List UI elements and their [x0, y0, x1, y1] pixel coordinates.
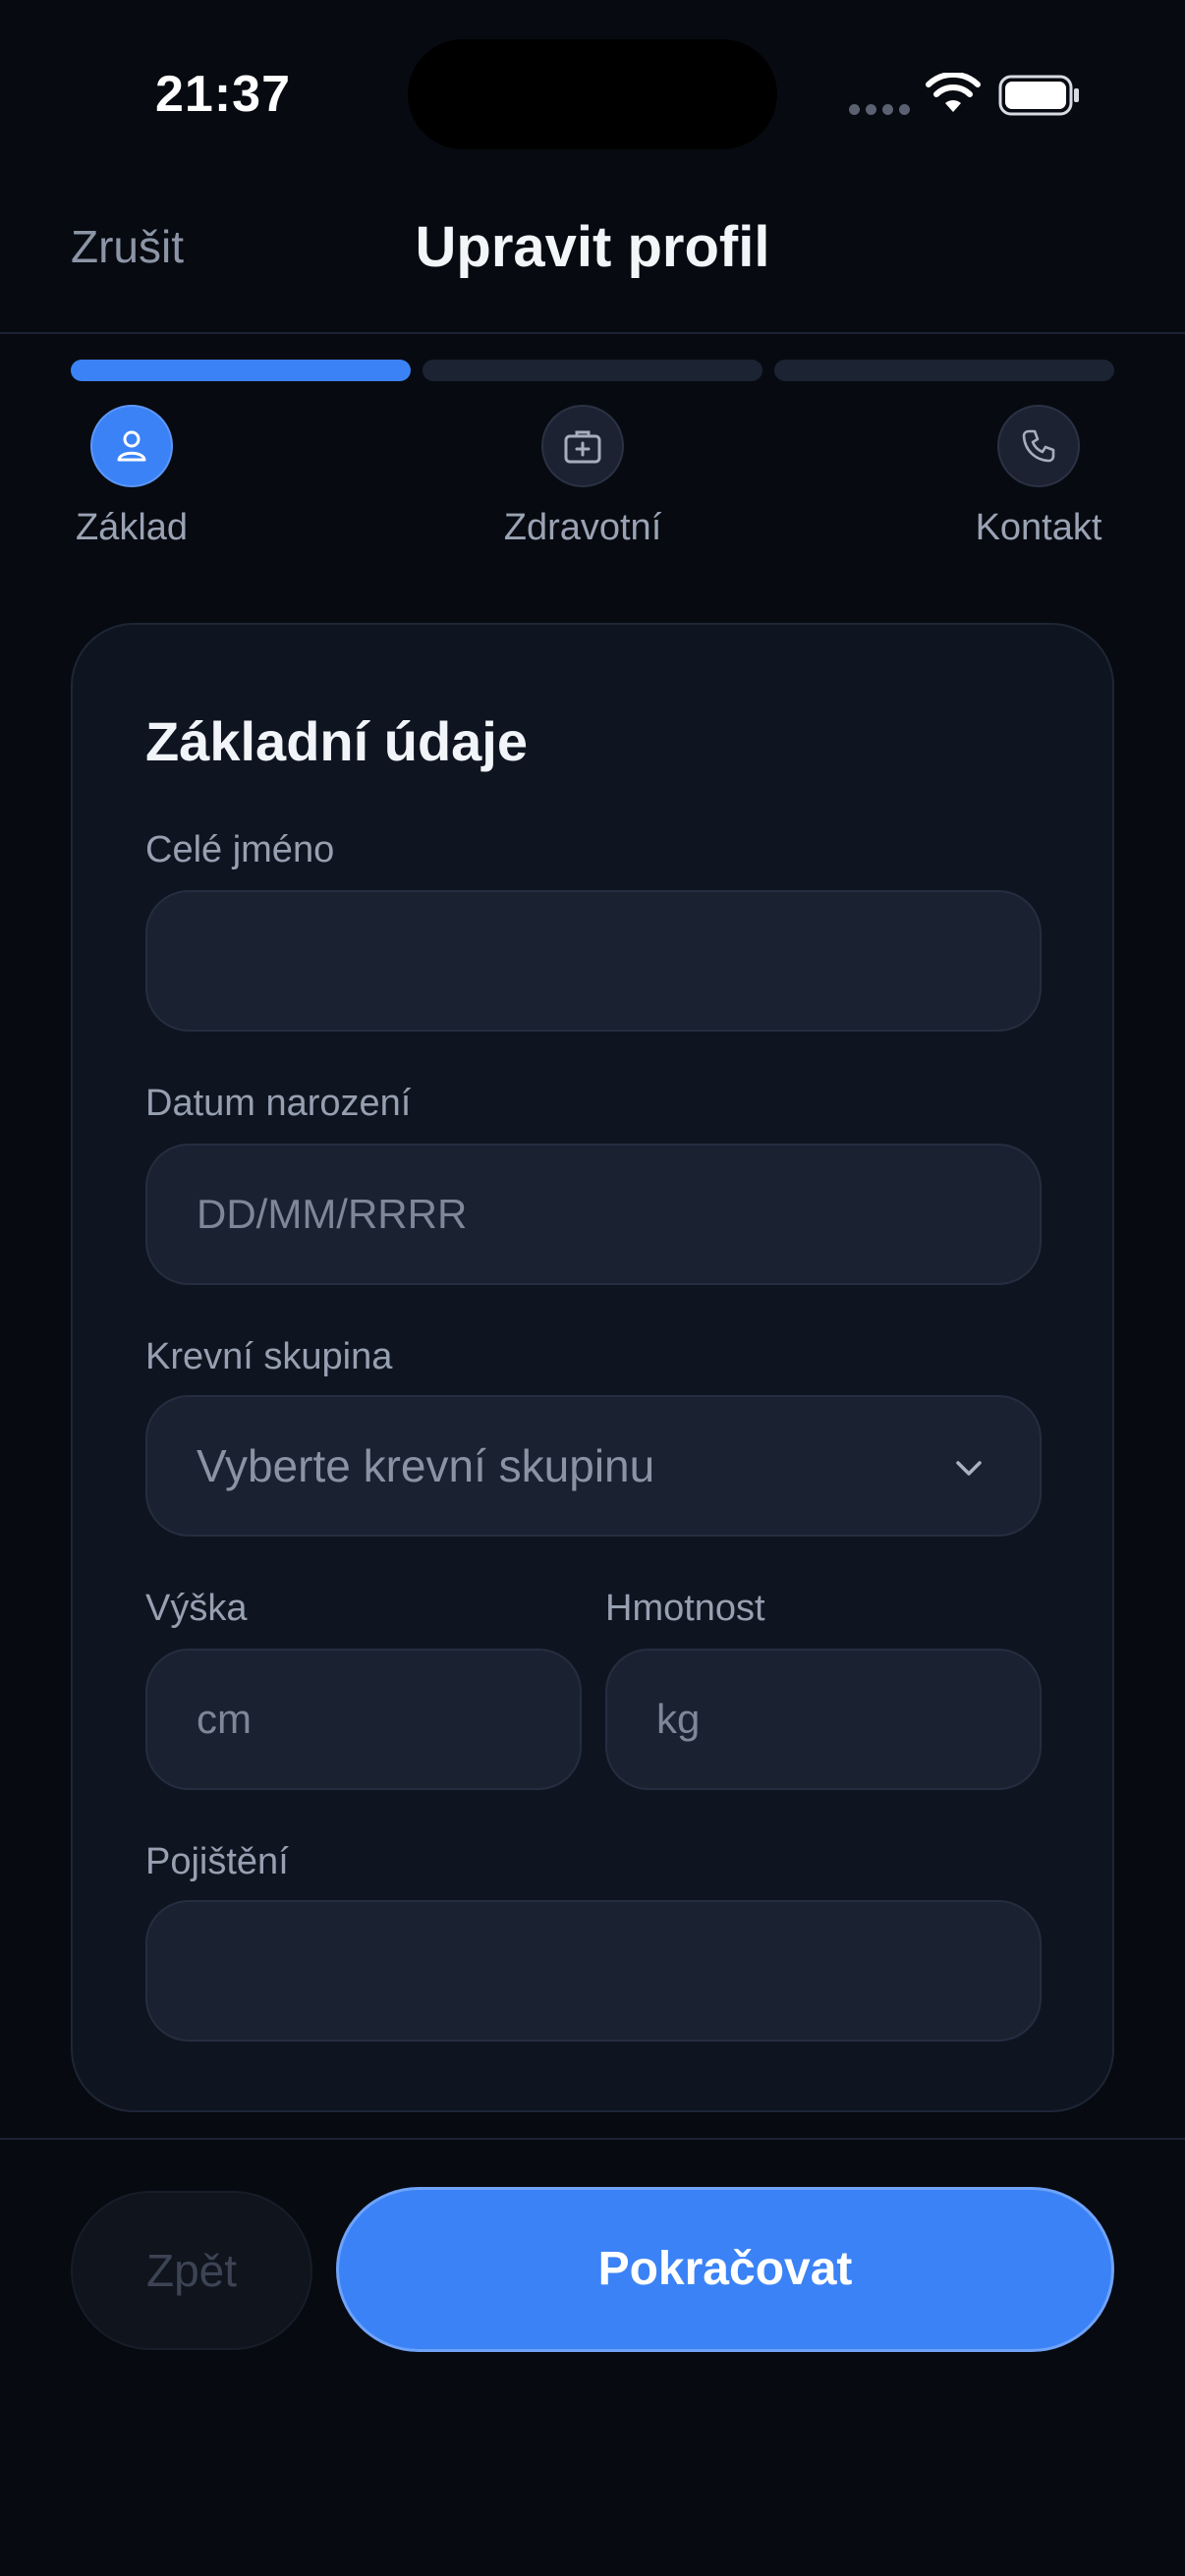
nav-header: Zrušit Upravit profil — [0, 187, 1185, 334]
page-title: Upravit profil — [415, 215, 770, 279]
insurance-label: Pojištění — [145, 1841, 289, 1882]
medical-kit-icon — [541, 405, 624, 487]
phone-icon — [997, 405, 1080, 487]
step-label: Základ — [75, 507, 189, 548]
blood-type-label: Krevní skupina — [145, 1336, 393, 1377]
battery-icon — [998, 75, 1079, 116]
height-label: Výška — [145, 1588, 248, 1629]
dynamic-island — [408, 39, 777, 149]
progress-segment-1 — [71, 360, 411, 381]
step-label: Zdravotní — [503, 507, 662, 548]
blood-type-select[interactable]: Vyberte krevní skupinu — [145, 1395, 1042, 1537]
full-name-input[interactable] — [145, 890, 1042, 1032]
basic-info-card: Základní údaje Celé jméno Datum narození… — [71, 623, 1114, 2112]
weight-input[interactable]: kg — [605, 1649, 1042, 1790]
status-bar: 21:37 — [0, 0, 1185, 167]
height-input[interactable]: cm — [145, 1649, 582, 1790]
step-basic[interactable]: Základ — [71, 405, 193, 549]
step-health[interactable]: Zdravotní — [484, 405, 681, 549]
progress-segment-2 — [423, 360, 762, 381]
birth-date-input[interactable]: DD/MM/RRRR — [145, 1144, 1042, 1285]
full-name-label: Celé jméno — [145, 829, 335, 870]
insurance-input[interactable] — [145, 1900, 1042, 2042]
back-button[interactable]: Zpět — [71, 2191, 312, 2350]
birth-date-label: Datum narození — [145, 1083, 412, 1124]
status-time: 21:37 — [155, 66, 291, 123]
step-contact[interactable]: Kontakt — [963, 405, 1114, 549]
user-icon — [90, 405, 173, 487]
cellular-signal-icon — [849, 104, 910, 115]
chevron-down-icon — [956, 1461, 982, 1476]
weight-label: Hmotnost — [605, 1588, 765, 1629]
footer-divider — [0, 2138, 1185, 2140]
wifi-icon — [926, 73, 981, 112]
continue-button[interactable]: Pokračovat — [336, 2187, 1114, 2352]
progress-segment-3 — [774, 360, 1114, 381]
card-title: Základní údaje — [145, 710, 528, 772]
step-label: Kontakt — [975, 507, 1102, 548]
blood-type-placeholder: Vyberte krevní skupinu — [197, 1440, 655, 1491]
